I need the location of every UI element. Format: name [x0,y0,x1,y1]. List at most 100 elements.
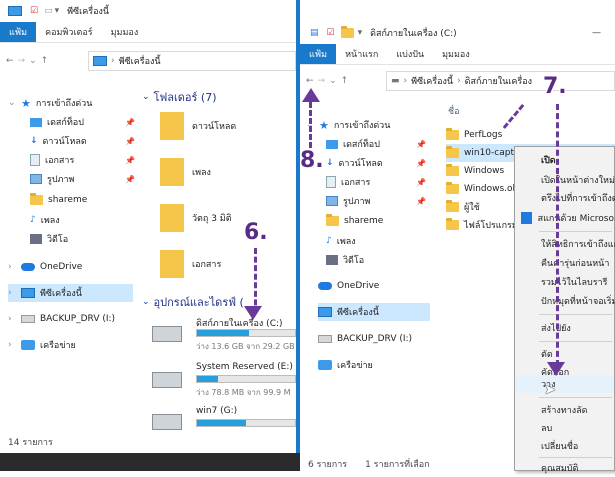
qa-dropdown-icon[interactable]: ▾ [358,28,363,38]
folder-tile[interactable]: เอกสาร [160,250,221,278]
folder-icon [446,164,459,176]
menu-item-scan-defender[interactable]: สแกนด้วย Microso [515,209,614,227]
qa-properties-icon[interactable]: ☑ [30,6,38,16]
menu-item-send-to[interactable]: ส่งไปยัง [515,319,614,337]
nav-downloads[interactable]: ↓ ดาวน์โหลด 📌 [326,154,426,172]
folders-group-header[interactable]: ⌄ โฟลเดอร์ (7) [142,88,216,106]
nav-network[interactable]: เครือข่าย [318,356,430,374]
pictures-icon [326,196,338,206]
right-title-bar: ▤ ☑ ▾ ดิสก์ภายในเครื่อง (C:) — [300,22,615,44]
up-icon[interactable]: ↑ [341,76,349,86]
menu-item-rename[interactable]: เปลี่ยนชื่อ [515,437,614,455]
menu-item-open[interactable]: เปิด [515,151,614,169]
tab-home[interactable]: หน้าแรก [336,44,387,64]
nav-backup-drive[interactable]: BACKUP_DRV (I:) [318,330,430,348]
up-icon[interactable]: ↑ [41,56,49,66]
folder-tile[interactable]: ดาวน์โหลด [160,112,236,140]
nav-videos[interactable]: วิดีโอ [326,251,426,269]
breadcrumb-drive[interactable]: ดิสก์ภายในเครื่อง [465,74,532,88]
folder-icon [326,214,339,226]
nav-desktop[interactable]: เดสก์ท็อป 📌 [30,113,135,131]
nav-backup-drive[interactable]: › BACKUP_DRV (I:) [8,310,133,328]
qa-dropdown-icon[interactable]: ▾ [55,6,60,16]
step-7-label: 7. [543,74,567,99]
folder-tile[interactable]: เพลง [160,158,211,186]
folder-icon [340,26,354,38]
tab-file[interactable]: แฟ้ม [300,44,337,64]
menu-item-properties[interactable]: คุณสมบัติ [515,459,614,477]
pin-icon: 📌 [416,196,426,206]
step-6-arrow-shaft [254,248,260,314]
menu-item-create-shortcut[interactable]: สร้างทางลัด [515,401,614,419]
chevron-right-icon: › [8,262,12,272]
recent-dropdown-icon[interactable]: ⌄ [329,76,337,86]
menu-item-pin-start[interactable]: ปักหมุดที่หน้าจอเริ่ม [515,292,615,310]
drive-free-text: ว่าง 78.8 MB จาก 99.9 M [196,388,291,397]
nav-shareme[interactable]: shareme [30,191,135,209]
drive-icon [318,335,332,343]
back-icon[interactable]: ← [6,56,14,66]
chevron-right-icon: › [8,340,12,350]
qa-newfolder-icon[interactable]: ▭ [44,6,53,16]
tab-file[interactable]: แฟ้ม [0,22,37,42]
menu-item-pin-quick-access[interactable]: ตรึงไปที่การเข้าถึงด่วน [515,189,615,207]
menu-item-open-new-window[interactable]: เปิดในหน้าต่างใหม่ [515,171,615,189]
nav-documents[interactable]: เอกสาร 📌 [326,173,426,191]
menu-item-restore-versions[interactable]: คืนค่ารุ่นก่อนหน้า [515,254,614,272]
tab-view[interactable]: มุมมอง [102,22,148,42]
nav-pictures[interactable]: รูปภาพ 📌 [326,192,426,210]
forward-icon[interactable]: → [18,56,26,66]
nav-this-pc[interactable]: พีซีเครื่องนี้ [318,303,430,321]
menu-item-give-access[interactable]: ให้สิทธิการเข้าถึงแก่ [515,235,615,253]
nav-onedrive[interactable]: › OneDrive [8,258,128,276]
drive-name: ดิสก์ภายในเครื่อง (C:) [196,319,283,329]
tab-view[interactable]: มุมมอง [433,44,479,64]
nav-shareme[interactable]: shareme [326,212,426,230]
right-address-bar[interactable]: ▬ › พีซีเครื่องนี้ › ดิสก์ภายในเครื่อง [386,71,615,91]
nav-pictures[interactable]: รูปภาพ 📌 [30,170,135,188]
nav-quick-access[interactable]: ⌄ ★ การเข้าถึงด่วน [306,116,426,134]
menu-separator [539,457,612,458]
qa-properties-icon[interactable]: ☑ [327,28,335,38]
recent-dropdown-icon[interactable]: ⌄ [29,56,37,66]
menu-item-cut[interactable]: ตัด [515,345,614,363]
drive-tile-c[interactable]: ดิสก์ภายในเครื่อง (C:) ว่าง 13.6 GB จาก … [150,316,296,356]
menu-separator [539,341,612,342]
menu-item-delete[interactable]: ลบ [515,419,614,437]
drive-tile-g[interactable]: win7 (G:) [150,406,296,436]
forward-icon[interactable]: → [318,76,326,86]
nav-quick-access[interactable]: ⌄ ★ การเข้าถึงด่วน [8,94,138,112]
nav-onedrive[interactable]: OneDrive [318,277,418,295]
qa-toolbar-icon[interactable]: ▤ [310,28,319,38]
folder-icon [446,182,459,194]
devices-group-header[interactable]: ⌄ อุปกรณ์และไดรฟ์ ( [142,293,244,311]
nav-music[interactable]: ♪ เพลง [30,211,135,229]
menu-separator [539,314,612,315]
chevron-down-icon: ⌄ [8,98,16,108]
drive-usage-fill [197,420,246,426]
nav-this-pc[interactable]: › พีซีเครื่องนี้ [8,284,133,302]
tab-share[interactable]: แบ่งปัน [387,44,433,64]
tab-computer[interactable]: คอมพิวเตอร์ [36,22,102,42]
nav-videos[interactable]: วิดีโอ [30,230,135,248]
nav-downloads[interactable]: ↓ ดาวน์โหลด 📌 [30,132,135,150]
breadcrumb-pc[interactable]: พีซีเครื่องนี้ [411,74,453,88]
menu-item-paste[interactable]: วาง [515,375,614,393]
document-icon [326,176,336,188]
column-header-name[interactable]: ชื่อ [448,104,460,118]
pin-icon: 📌 [125,174,135,184]
minimize-icon[interactable]: — [592,28,601,38]
chevron-right-icon: › [403,76,408,86]
nav-network[interactable]: › เครือข่าย [8,336,133,354]
folder-icon [446,218,459,230]
left-window-title: พีซีเครื่องนี้ [67,7,110,17]
back-icon[interactable]: ← [306,76,314,86]
folder-tile[interactable]: วัตถุ 3 มิติ [160,204,232,232]
drive-tile-e[interactable]: System Reserved (E:) ว่าง 78.8 MB จาก 99… [150,362,296,402]
nav-desktop[interactable]: เดสก์ท็อป 📌 [326,135,426,153]
left-address-bar[interactable]: › พีซีเครื่องนี้ [88,51,296,71]
menu-item-include-library[interactable]: รวมไว้ในไลบรารี [515,273,614,291]
nav-documents[interactable]: เอกสาร 📌 [30,151,135,169]
right-window-title: ดิสก์ภายในเครื่อง (C:) [370,29,457,39]
nav-music[interactable]: ♪ เพลง [326,232,426,250]
